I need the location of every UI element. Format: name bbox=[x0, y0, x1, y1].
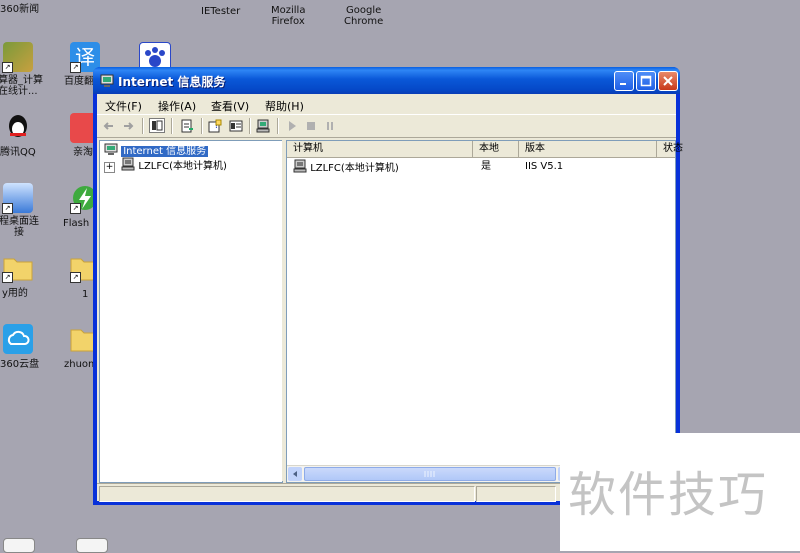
tree-pane[interactable]: Internet 信息服务 + LZLFC(本地计算机) bbox=[99, 140, 283, 483]
qq-icon[interactable] bbox=[3, 113, 33, 143]
properties-help-icon[interactable]: ? bbox=[207, 118, 223, 134]
tree-expander[interactable]: + bbox=[104, 162, 115, 173]
watermark-panel: 软件技巧 bbox=[560, 433, 800, 551]
column-version[interactable]: 版本 bbox=[519, 141, 657, 157]
toolbar-separator bbox=[171, 118, 173, 134]
back-icon[interactable] bbox=[101, 118, 117, 134]
list-column-header: 计算机 本地 版本 状态 bbox=[287, 141, 683, 158]
computer-icon bbox=[121, 157, 135, 171]
toolbar-separator bbox=[249, 118, 251, 134]
iis-app-icon[interactable] bbox=[99, 73, 115, 89]
forward-icon[interactable] bbox=[120, 118, 136, 134]
properties-icon[interactable] bbox=[228, 118, 244, 134]
desktop-label-flash[interactable]: Flash bbox=[63, 218, 89, 229]
toolbar-separator bbox=[277, 118, 279, 134]
status-cell-secondary bbox=[476, 486, 556, 502]
row-computer-label: LZLFC(本地计算机) bbox=[310, 163, 399, 174]
menu-view[interactable]: 查看(V) bbox=[211, 98, 249, 114]
toolbar: ? bbox=[97, 114, 676, 138]
desktop-label-qq[interactable]: 腾讯QQ bbox=[0, 147, 36, 158]
desktop-label-ietester[interactable]: IETester bbox=[201, 6, 240, 17]
row-version-cell: IIS V5.1 bbox=[525, 161, 564, 172]
window-titlebar[interactable]: Internet 信息服务 bbox=[93, 67, 680, 94]
iis-root-icon bbox=[104, 143, 118, 155]
desktop-label-remote-desktop[interactable]: 程桌面连 接 bbox=[0, 216, 39, 238]
shortcut-arrow-icon: ↗ bbox=[70, 272, 81, 283]
shortcut-arrow-icon: ↗ bbox=[2, 272, 13, 283]
tree-root-label[interactable]: Internet 信息服务 bbox=[121, 146, 209, 157]
desktop-label-chrome[interactable]: Google Chrome bbox=[344, 5, 383, 27]
status-cell-main bbox=[99, 486, 475, 502]
column-local[interactable]: 本地 bbox=[473, 141, 519, 157]
desktop-label-folder-y[interactable]: y用的 bbox=[2, 288, 28, 299]
scroll-thumb[interactable] bbox=[304, 467, 556, 481]
column-status[interactable]: 状态 bbox=[657, 141, 697, 157]
menu-help[interactable]: 帮助(H) bbox=[265, 98, 304, 114]
row-computer-cell[interactable]: LZLFC(本地计算机) bbox=[293, 159, 399, 177]
shortcut-arrow-icon: ↗ bbox=[70, 203, 81, 214]
toolbar-separator bbox=[201, 118, 203, 134]
tree-root[interactable]: Internet 信息服务 bbox=[104, 142, 209, 158]
shortcut-arrow-icon: ↗ bbox=[2, 62, 13, 73]
menu-file[interactable]: 文件(F) bbox=[105, 98, 142, 114]
computer-icon[interactable] bbox=[255, 118, 271, 134]
scroll-left-button[interactable] bbox=[288, 467, 302, 481]
cloud-icon[interactable] bbox=[3, 324, 33, 354]
list-pane[interactable]: 计算机 本地 版本 状态 LZLFC(本地计算机) 是 IIS V5.1 bbox=[286, 140, 683, 483]
export-list-icon[interactable] bbox=[179, 118, 195, 134]
desktop-label-cloud[interactable]: 360云盘 bbox=[0, 359, 39, 370]
column-computer[interactable]: 计算机 bbox=[287, 141, 473, 157]
close-button[interactable] bbox=[658, 71, 678, 91]
shortcut-arrow-icon: ↗ bbox=[2, 203, 13, 214]
desktop-label-translate[interactable]: 百度翻 bbox=[64, 76, 94, 87]
desktop-label-calculator[interactable]: 算器_计算 在线计... bbox=[0, 75, 43, 97]
pause-icon[interactable] bbox=[322, 118, 338, 134]
tree-node-label[interactable]: LZLFC(本地计算机) bbox=[138, 161, 227, 172]
desktop-label-360news[interactable]: 360新闻 bbox=[0, 4, 39, 15]
computer-icon bbox=[293, 159, 307, 173]
menu-action[interactable]: 操作(A) bbox=[158, 98, 196, 114]
shortcut-arrow-icon: ↗ bbox=[70, 62, 81, 73]
watermark-text: 软件技巧 bbox=[568, 467, 769, 523]
maximize-button[interactable] bbox=[636, 71, 656, 91]
toolbar-separator bbox=[142, 118, 144, 134]
desktop-label-qintao[interactable]: 亲淘 bbox=[73, 147, 93, 158]
desktop-label-folder-1[interactable]: 1 bbox=[82, 289, 88, 300]
play-icon[interactable] bbox=[284, 118, 300, 134]
stop-icon[interactable] bbox=[303, 118, 319, 134]
minimize-button[interactable] bbox=[614, 71, 634, 91]
tree-node-lzlfc[interactable]: + LZLFC(本地计算机) bbox=[104, 157, 227, 173]
show-tree-icon[interactable] bbox=[149, 118, 165, 133]
window-title: Internet 信息服务 bbox=[118, 75, 226, 89]
desktop-label-firefox[interactable]: Mozilla Firefox bbox=[271, 5, 305, 27]
row-local-cell: 是 bbox=[481, 161, 491, 172]
menu-bar: 文件(F) 操作(A) 查看(V) 帮助(H) bbox=[97, 94, 676, 114]
